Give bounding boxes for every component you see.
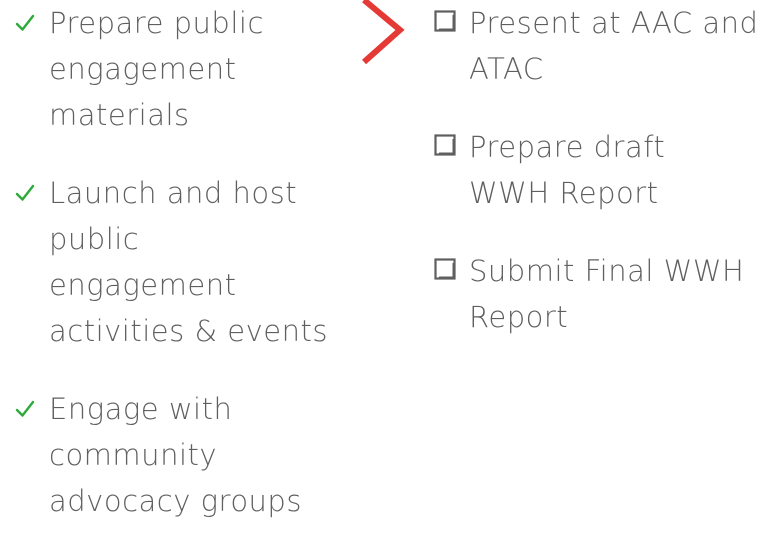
task-line: ATAC (469, 52, 544, 86)
check-icon (15, 400, 35, 417)
task-line: community (49, 438, 218, 472)
task-line: public (49, 222, 140, 256)
completed-tasks-list: Prepare public engagement materials Laun… (14, 0, 354, 556)
task-line: WWH Report (469, 176, 659, 210)
task-line: Launch and host (49, 176, 298, 210)
check-icon (15, 184, 35, 201)
completed-task-item: Prepare public engagement materials (14, 0, 354, 138)
upcoming-task-item: Present at AAC and ATAC (432, 0, 783, 92)
task-line: engagement (49, 268, 237, 302)
upcoming-task-item: Submit Final WWH Report (432, 248, 783, 340)
chevron-right-icon (362, 0, 405, 64)
task-line: Prepare public (49, 6, 264, 40)
completed-task-item: Launch and host public engagement activi… (14, 170, 354, 354)
task-line: engagement (49, 52, 237, 86)
completed-task-item: Engage with community advocacy groups (14, 386, 354, 524)
task-line: Submit Final WWH (469, 254, 745, 288)
upcoming-tasks-list: Present at AAC and ATAC Prepare draft WW… (432, 0, 783, 372)
checkbox-empty-icon (434, 134, 456, 156)
task-line: materials (49, 98, 190, 132)
task-line: advocacy groups (49, 484, 302, 518)
checkbox-empty-icon (434, 10, 456, 32)
upcoming-task-item: Prepare draft WWH Report (432, 124, 783, 216)
checkbox-empty-icon (434, 258, 456, 280)
task-line: Report (469, 300, 569, 334)
task-line: Prepare draft (469, 130, 666, 164)
check-icon (15, 14, 35, 31)
task-line: Present at AAC and (469, 6, 759, 40)
task-line: Engage with (49, 392, 233, 426)
task-line: activities & events (49, 314, 328, 348)
